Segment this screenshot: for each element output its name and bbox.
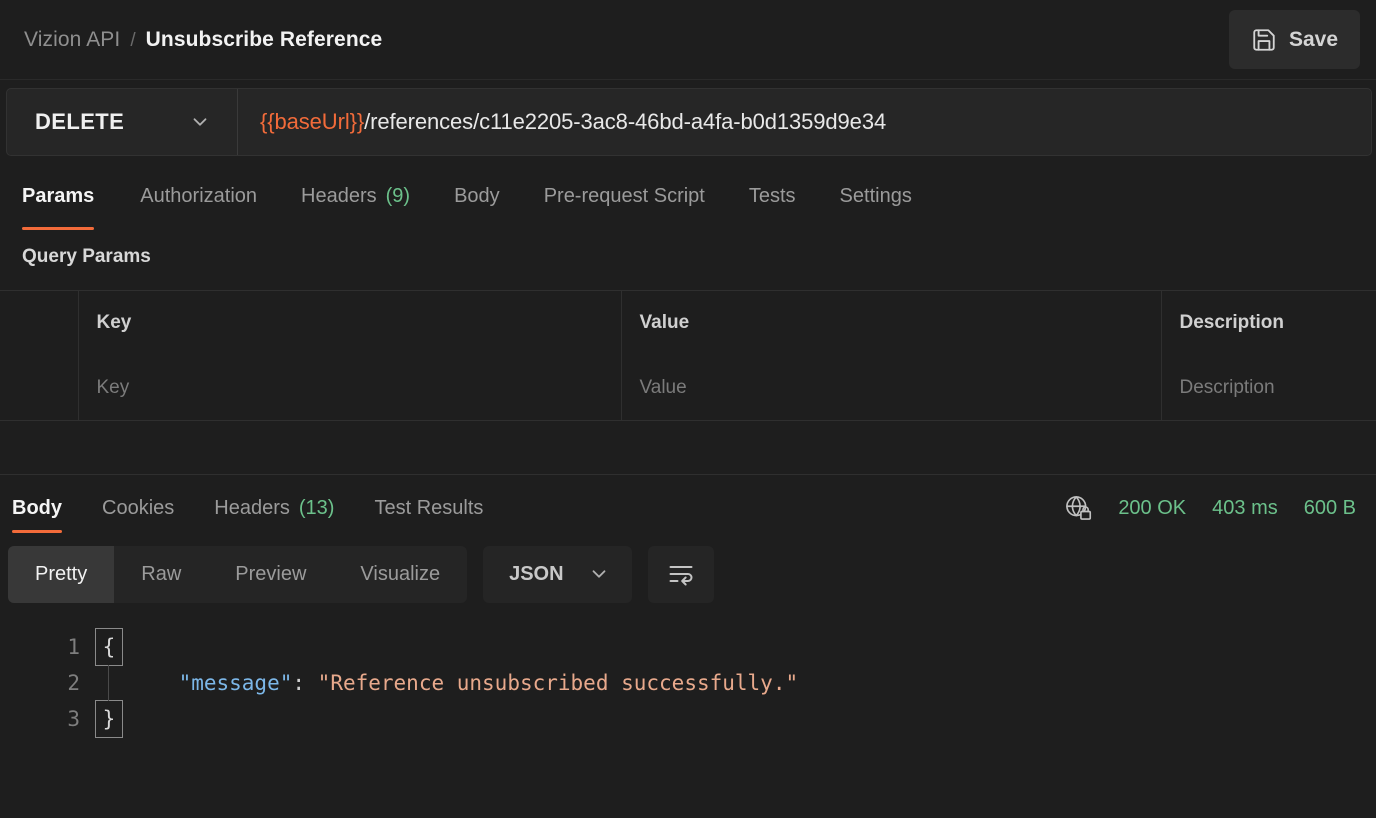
view-visualize-label: Visualize [360,562,441,585]
tab-params[interactable]: Params [22,168,118,230]
column-header-value: Value [621,290,1162,356]
close-brace: } [95,700,123,738]
table-row: Key Value Description [0,355,1376,421]
response-tab-cookies[interactable]: Cookies [82,481,194,535]
url-input[interactable]: {{baseUrl}}/references/c11e2205-3ac8-46b… [238,89,1371,155]
request-response-divider [0,421,1376,475]
tab-tests[interactable]: Tests [727,168,818,224]
tab-pre-request-script[interactable]: Pre-request Script [522,168,727,224]
code-line-2: "message": "Reference unsubscribed succe… [128,665,1376,701]
view-raw[interactable]: Raw [114,546,208,603]
view-visualize[interactable]: Visualize [333,546,467,603]
postman-request-view: Vizion API / Unsubscribe Reference Save … [0,0,1376,818]
floppy-disk-icon [1251,27,1277,53]
url-bar: DELETE {{baseUrl}}/references/c11e2205-3… [6,88,1372,156]
globe-lock-icon[interactable] [1064,494,1092,522]
tab-headers-label: Headers [301,184,377,207]
view-raw-label: Raw [141,562,182,585]
row-description-input[interactable]: Description [1161,356,1376,421]
row-value-input[interactable]: Value [621,355,1162,421]
response-tabs: Body Cookies Headers (13) Test Results [6,481,503,535]
bracket-fold-column: { } [95,625,128,818]
http-method-select[interactable]: DELETE [7,89,238,155]
response-tab-headers-label: Headers [214,496,290,519]
json-string-value: "Reference unsubscribed successfully." [317,671,799,695]
response-size[interactable]: 600 B [1304,497,1356,520]
response-view-toggle: Pretty Raw Preview Visualize [8,545,468,603]
word-wrap-icon [667,560,695,588]
column-header-checkbox [0,290,79,356]
view-pretty-label: Pretty [35,562,88,585]
json-key: "message" [178,671,293,695]
query-params-section: Query Params Key Value Description Key V… [0,224,1376,421]
page-title: Unsubscribe Reference [145,27,383,51]
response-tab-headers-count: (13) [298,496,335,519]
line-number: 1 [67,635,80,659]
column-header-key: Key [78,290,622,356]
response-format-bar: Pretty Raw Preview Visualize JSON [0,535,1376,613]
open-brace: { [95,628,123,666]
app-header: Vizion API / Unsubscribe Reference Save [0,0,1376,80]
request-tabs: Params Authorization Headers (9) Body Pr… [0,168,1376,230]
row-key-input[interactable]: Key [78,355,622,421]
breadcrumb: Vizion API / Unsubscribe Reference [24,28,1229,52]
response-tab-headers[interactable]: Headers (13) [194,481,354,535]
tab-tests-label: Tests [748,184,796,207]
column-header-description: Description [1179,312,1285,334]
response-time[interactable]: 403 ms [1212,497,1278,520]
breadcrumb-collection[interactable]: Vizion API [24,28,120,52]
query-params-table: Key Value Description Key Value Descript… [0,290,1376,421]
response-tab-test-results[interactable]: Test Results [354,481,503,535]
tab-body[interactable]: Body [432,168,522,224]
save-button[interactable]: Save [1228,10,1360,69]
response-tab-body[interactable]: Body [6,481,82,535]
response-meta: 200 OK 403 ms 600 B [1064,494,1358,522]
response-language-select[interactable]: JSON [483,545,632,603]
save-button-label: Save [1288,27,1338,51]
tab-pre-request-script-label: Pre-request Script [543,184,705,207]
url-variable: {{baseUrl}} [260,109,365,134]
tab-headers[interactable]: Headers (9) [279,168,432,224]
response-language-value: JSON [509,562,564,585]
view-pretty[interactable]: Pretty [8,545,115,603]
tab-headers-count: (9) [385,184,411,207]
line-number: 3 [67,707,80,731]
response-tab-body-label: Body [12,496,62,519]
indent-guide [108,665,109,701]
response-section: Body Cookies Headers (13) Test Results 2… [0,475,1376,818]
response-tab-test-results-label: Test Results [374,496,484,519]
http-method-value: DELETE [35,109,125,134]
status-badge[interactable]: 200 OK [1118,497,1186,520]
row-checkbox-cell[interactable] [0,355,79,421]
code-content: "message": "Reference unsubscribed succe… [128,625,1376,818]
url-path: /references/c11e2205-3ac8-46bd-a4fa-b0d1… [364,109,887,134]
view-preview[interactable]: Preview [208,546,333,603]
line-number-gutter: 1 2 3 [0,625,96,818]
line-number: 2 [67,671,80,695]
query-params-title: Query Params [22,246,151,267]
chevron-down-icon [588,563,610,585]
view-preview-label: Preview [235,562,307,585]
tab-settings[interactable]: Settings [818,168,934,224]
word-wrap-toggle[interactable] [647,545,714,603]
response-tab-cookies-label: Cookies [102,496,175,519]
table-header-row: Key Value Description [0,290,1376,356]
response-body-viewer[interactable]: 1 2 3 { } "message": "Reference unsubscr… [0,613,1376,818]
url-bar-container: DELETE {{baseUrl}}/references/c11e2205-3… [0,80,1376,168]
chevron-down-icon [189,111,211,133]
tab-settings-label: Settings [839,184,912,207]
tab-params-label: Params [22,184,95,207]
brace-spacer [96,665,122,701]
breadcrumb-separator: / [130,29,136,51]
tab-authorization-label: Authorization [140,184,258,207]
tab-body-label: Body [454,184,500,207]
json-colon: : [292,671,318,695]
tab-authorization[interactable]: Authorization [118,168,279,224]
response-header: Body Cookies Headers (13) Test Results 2… [0,475,1376,535]
